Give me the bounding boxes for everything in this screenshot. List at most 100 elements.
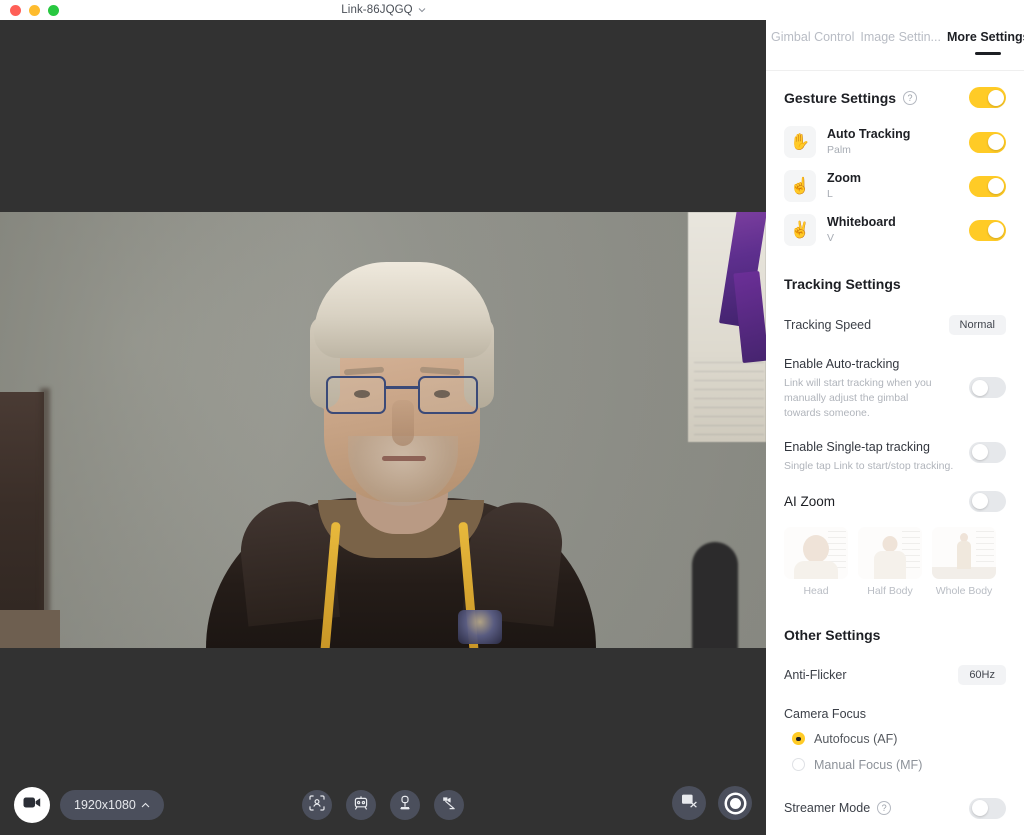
auto-tracking-description: Link will start tracking when you manual… <box>784 377 932 420</box>
whiteboard-mode-button[interactable] <box>434 790 464 820</box>
anti-flicker-row[interactable]: Anti-Flicker 60Hz <box>784 664 1006 685</box>
gimbal-stand-button[interactable] <box>390 790 420 820</box>
person-hair <box>314 262 492 358</box>
tracking-speed-value[interactable]: Normal <box>948 315 1006 335</box>
person-mouth <box>382 456 426 461</box>
gesture-settings-title-group: Gesture Settings ? <box>784 89 918 106</box>
record-button[interactable] <box>718 786 752 820</box>
snapshot-button[interactable] <box>672 786 706 820</box>
settings-sidebar: Gimbal Control Image Settin... More Sett… <box>766 0 1024 835</box>
snapshot-icon <box>681 793 698 813</box>
left-furniture-edge <box>40 388 50 648</box>
single-tap-label: Enable Single-tap tracking <box>784 439 930 454</box>
left-box <box>0 610 60 648</box>
tracking-speed-row[interactable]: Tracking Speed Normal <box>784 315 1006 335</box>
sidebar-tabs: Gimbal Control Image Settin... More Sett… <box>766 30 1024 62</box>
ai-zoom-toggle[interactable] <box>969 490 1006 512</box>
streamer-mode-label-group: Streamer Mode ? <box>784 801 892 816</box>
letterbox-top <box>0 20 766 212</box>
gesture-item-whiteboard[interactable]: ✌ Whiteboard V <box>784 214 1006 246</box>
gesture-item-auto-tracking[interactable]: ✋ Auto Tracking Palm <box>784 126 1006 158</box>
tracking-speed-label: Tracking Speed <box>784 318 872 332</box>
face-tracking-button[interactable] <box>302 790 332 820</box>
gesture-settings-header: Gesture Settings ? <box>784 87 1006 108</box>
paper-lines <box>694 362 764 442</box>
lens-left <box>326 376 386 414</box>
whiteboard-mode-icon <box>441 795 457 816</box>
anti-flicker-label: Anti-Flicker <box>784 667 847 682</box>
ai-zoom-option-half-body[interactable]: Half Body <box>858 526 922 597</box>
gesture-item-zoom[interactable]: ☝ Zoom L <box>784 170 1006 202</box>
radio-selected-icon <box>792 732 805 746</box>
pointing-up-hand-icon: ☝ <box>784 170 816 202</box>
right-toolbar-buttons <box>672 786 752 820</box>
gesture-settings-title: Gesture Settings <box>784 89 897 106</box>
bottom-toolbar: 1920x1080 <box>0 775 766 835</box>
ai-zoom-thumbnail <box>784 526 848 579</box>
window-title-area: Link-86JQGQ <box>0 0 766 20</box>
gesture-item-text: Zoom L <box>827 170 958 201</box>
streamer-mode-toggle[interactable] <box>969 797 1006 819</box>
streamer-mode-label: Streamer Mode <box>784 801 871 816</box>
streamer-mode-row: Streamer Mode ? <box>784 797 1006 819</box>
ai-zoom-option-head[interactable]: Head <box>784 526 848 597</box>
center-toolbar-buttons <box>0 790 766 820</box>
gesture-item-subtitle: L <box>827 188 833 201</box>
help-icon[interactable]: ? <box>877 801 892 816</box>
auto-tracking-toggle[interactable] <box>969 377 1006 398</box>
gesture-item-subtitle: Palm <box>827 144 851 157</box>
other-settings-title: Other Settings <box>784 626 881 643</box>
ai-zoom-row: AI Zoom <box>784 490 1006 512</box>
single-tap-tracking-row: Enable Single-tap tracking Single tap Li… <box>784 440 1006 474</box>
help-icon[interactable]: ? <box>903 90 918 105</box>
gimbal-stand-icon <box>397 795 413 816</box>
gesture-item-title: Auto Tracking <box>827 127 911 142</box>
anti-flicker-value[interactable]: 60Hz <box>958 664 1006 685</box>
gesture-item-title: Whiteboard <box>827 215 896 230</box>
video-preview <box>0 212 766 648</box>
auto-tracking-row: Enable Auto-tracking Link will start tra… <box>784 357 1006 422</box>
record-icon <box>726 794 744 812</box>
eyeglasses <box>326 372 478 418</box>
auto-tracking-label: Enable Auto-tracking <box>784 357 900 371</box>
video-stage: 1920x1080 <box>0 20 766 835</box>
tab-gimbal-control[interactable]: Gimbal Control <box>768 30 857 44</box>
auto-tracking-text: Enable Auto-tracking Link will start tra… <box>784 357 944 422</box>
ai-zoom-option-label: Whole Body <box>935 584 993 597</box>
camera-focus-label: Camera Focus <box>784 706 866 721</box>
gimbal-mode-button[interactable] <box>346 790 376 820</box>
gesture-item-text: Whiteboard V <box>827 214 958 245</box>
ai-zoom-label: AI Zoom <box>784 493 836 509</box>
hoodie-crest-logo <box>458 610 502 644</box>
app-window: Link-86JQGQ 1920x1080 Gimbal Control Ima… <box>0 0 1024 835</box>
more-settings-panel: Gesture Settings ? ✋ Auto Tracking Palm … <box>766 70 1024 835</box>
tab-image-settings[interactable]: Image Settin... <box>857 30 944 44</box>
lens-right <box>418 376 478 414</box>
tab-more-settings[interactable]: More Settings <box>944 30 1024 44</box>
glasses-bridge <box>386 386 418 389</box>
ai-zoom-option-whole-body[interactable]: Whole Body <box>932 526 996 597</box>
single-tap-description: Single tap Link to start/stop tracking. <box>784 459 954 472</box>
ai-zoom-options: Head Half Body Whole Body <box>784 526 1006 597</box>
chevron-down-icon[interactable] <box>418 6 426 13</box>
right-dark-object <box>692 542 738 648</box>
single-tap-text: Enable Single-tap tracking Single tap Li… <box>784 440 953 474</box>
gimbal-mode-icon <box>353 795 369 816</box>
single-tap-toggle[interactable] <box>969 441 1006 463</box>
gesture-settings-toggle[interactable] <box>969 87 1006 108</box>
ai-zoom-option-label: Half Body <box>867 584 913 597</box>
tracking-settings-title: Tracking Settings <box>784 276 901 292</box>
face-tracking-icon <box>309 794 325 816</box>
camera-focus-option-manual[interactable]: Manual Focus (MF) <box>792 758 1006 772</box>
gesture-zoom-toggle[interactable] <box>969 175 1006 197</box>
palm-hand-icon: ✋ <box>784 126 816 158</box>
person-subject <box>206 250 596 648</box>
gesture-whiteboard-toggle[interactable] <box>969 219 1006 241</box>
camera-focus-option-label: Manual Focus (MF) <box>814 757 923 772</box>
radio-unselected-icon <box>792 758 805 772</box>
gesture-auto-tracking-toggle[interactable] <box>969 131 1006 153</box>
ai-zoom-option-label: Head <box>803 584 829 597</box>
camera-focus-option-autofocus[interactable]: Autofocus (AF) <box>792 732 1006 746</box>
ai-zoom-thumbnail <box>858 526 922 579</box>
gesture-item-title: Zoom <box>827 171 862 186</box>
